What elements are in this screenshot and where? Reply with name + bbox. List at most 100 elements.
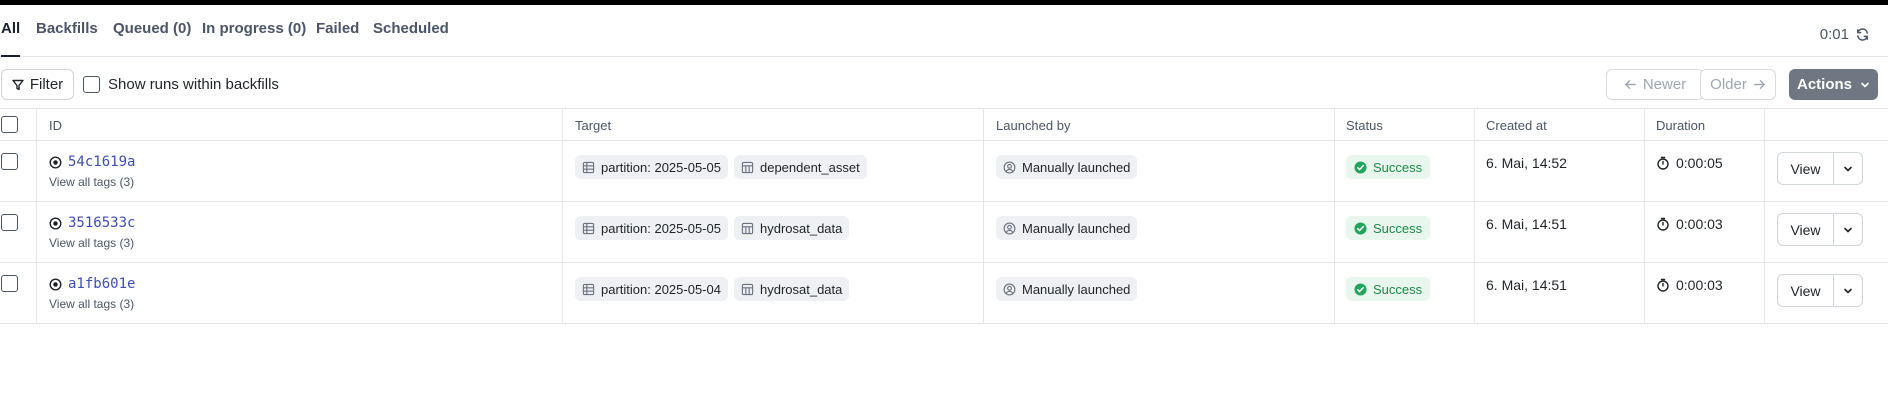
partition-tag[interactable]: partition: 2025-05-05 — [575, 216, 728, 240]
status-cell: Success — [1346, 216, 1431, 240]
view-tags-link[interactable]: View all tags (3) — [49, 297, 135, 311]
column-created-at: Created at — [1486, 118, 1547, 133]
view-button-group: View — [1777, 213, 1863, 246]
tab-all[interactable]: All — [1, 21, 21, 57]
view-button-group: View — [1777, 152, 1863, 185]
status-badge: Success — [1346, 277, 1431, 301]
run-id-cell: 3516533c View all tags (3) — [49, 215, 135, 250]
column-duration: Duration — [1656, 118, 1706, 133]
filter-label: Filter — [29, 76, 64, 93]
row-checkbox[interactable] — [1, 214, 18, 231]
refresh-indicator[interactable]: 0:01 — [1820, 26, 1870, 43]
tab-failed[interactable]: Failed — [316, 21, 359, 57]
select-all-checkbox[interactable] — [1, 116, 18, 133]
tab-scheduled[interactable]: Scheduled — [373, 21, 449, 57]
asset-tag[interactable]: hydrosat_data — [733, 216, 850, 240]
table-row: 54c1619a View all tags (3) partition: 20… — [0, 141, 1888, 202]
view-menu-button[interactable] — [1834, 153, 1862, 184]
launched-by-tag: Manually launched — [996, 155, 1138, 179]
actions-button[interactable]: Actions — [1789, 69, 1878, 100]
created-at: 6. Mai, 14:52 — [1486, 155, 1567, 171]
older-label: Older — [1710, 76, 1747, 93]
run-id-cell: 54c1619a View all tags (3) — [49, 154, 135, 189]
table-header: ID Target Launched by Status Created at … — [0, 109, 1888, 141]
toolbar: Filter Show runs within backfills Newer … — [0, 57, 1888, 109]
launched-by-cell: Manually launched — [996, 216, 1143, 240]
launched-by-label: Manually launched — [1022, 281, 1131, 297]
actions-label: Actions — [1796, 76, 1852, 93]
row-checkbox[interactable] — [1, 275, 18, 292]
asset-table-icon — [741, 283, 754, 295]
chevron-down-icon — [1844, 288, 1852, 294]
show-runs-label: Show runs within backfills — [108, 76, 279, 93]
view-menu-button[interactable] — [1834, 214, 1862, 245]
view-button-group: View — [1777, 274, 1863, 307]
view-button[interactable]: View — [1778, 275, 1834, 306]
target-cell: partition: 2025-05-05 dependent_asset — [575, 155, 873, 179]
status-cell: Success — [1346, 277, 1431, 301]
show-runs-toggle[interactable]: Show runs within backfills — [83, 76, 279, 93]
newer-label: Newer — [1642, 76, 1687, 93]
view-tags-link[interactable]: View all tags (3) — [49, 236, 135, 250]
view-tags-link[interactable]: View all tags (3) — [49, 175, 135, 189]
status-badge: Success — [1346, 216, 1431, 240]
partition-tag[interactable]: partition: 2025-05-04 — [575, 277, 728, 301]
run-id-link[interactable]: 54c1619a — [49, 154, 135, 170]
status-cell: Success — [1346, 155, 1431, 179]
asset-tag[interactable]: hydrosat_data — [733, 277, 850, 301]
partition-tag[interactable]: partition: 2025-05-05 — [575, 155, 728, 179]
filter-button[interactable]: Filter — [1, 69, 74, 100]
run-icon — [49, 278, 62, 290]
launched-by-tag: Manually launched — [996, 216, 1138, 240]
asset-tag[interactable]: dependent_asset — [733, 155, 867, 179]
status-label: Success — [1373, 281, 1423, 297]
launched-by-tag: Manually launched — [996, 277, 1138, 301]
run-icon — [49, 217, 62, 229]
run-id-link[interactable]: a1fb601e — [49, 276, 135, 292]
run-tabs: All Backfills Queued (0) In progress (0)… — [0, 5, 1888, 57]
created-at: 6. Mai, 14:51 — [1486, 277, 1567, 293]
tab-in-progress[interactable]: In progress (0) — [202, 21, 306, 57]
duration-cell: 0:00:03 — [1656, 216, 1723, 232]
stopwatch-icon — [1657, 217, 1669, 231]
chevron-down-icon — [1844, 166, 1852, 172]
duration-cell: 0:00:03 — [1656, 277, 1723, 293]
view-button[interactable]: View — [1778, 153, 1834, 184]
table-row: 3516533c View all tags (3) partition: 20… — [0, 202, 1888, 263]
refresh-timer: 0:01 — [1819, 26, 1849, 43]
asset-name: dependent_asset — [759, 159, 860, 175]
launched-by-cell: Manually launched — [996, 155, 1143, 179]
check-circle-icon — [1354, 160, 1367, 174]
tab-queued[interactable]: Queued (0) — [113, 21, 191, 57]
chevron-down-icon — [1844, 227, 1852, 233]
arrow-right-icon — [1754, 80, 1765, 89]
run-id: 54c1619a — [68, 154, 136, 170]
tab-backfills[interactable]: Backfills — [36, 21, 98, 57]
run-id: a1fb601e — [68, 276, 136, 292]
target-cell: partition: 2025-05-05 hydrosat_data — [575, 216, 855, 240]
partition-icon — [582, 222, 595, 234]
show-runs-checkbox[interactable] — [83, 76, 100, 93]
column-launched-by: Launched by — [996, 118, 1071, 133]
table-row: a1fb601e View all tags (3) partition: 20… — [0, 263, 1888, 324]
duration-value: 0:00:05 — [1676, 155, 1723, 171]
view-button[interactable]: View — [1778, 214, 1834, 245]
run-id-cell: a1fb601e View all tags (3) — [49, 276, 135, 311]
asset-name: hydrosat_data — [759, 281, 843, 297]
partition-icon — [582, 161, 595, 173]
run-id-link[interactable]: 3516533c — [49, 215, 135, 231]
launched-by-label: Manually launched — [1022, 159, 1131, 175]
older-button[interactable]: Older — [1700, 69, 1776, 100]
asset-table-icon — [741, 222, 754, 234]
newer-button[interactable]: Newer — [1606, 69, 1704, 100]
target-cell: partition: 2025-05-04 hydrosat_data — [575, 277, 855, 301]
run-id: 3516533c — [68, 215, 136, 231]
refresh-icon[interactable] — [1855, 27, 1870, 42]
user-icon — [1003, 222, 1016, 234]
launched-by-cell: Manually launched — [996, 277, 1143, 301]
view-menu-button[interactable] — [1834, 275, 1862, 306]
partition-label: partition: 2025-05-05 — [601, 159, 721, 175]
column-id: ID — [49, 118, 62, 133]
partition-label: partition: 2025-05-04 — [601, 281, 721, 297]
row-checkbox[interactable] — [1, 153, 18, 170]
